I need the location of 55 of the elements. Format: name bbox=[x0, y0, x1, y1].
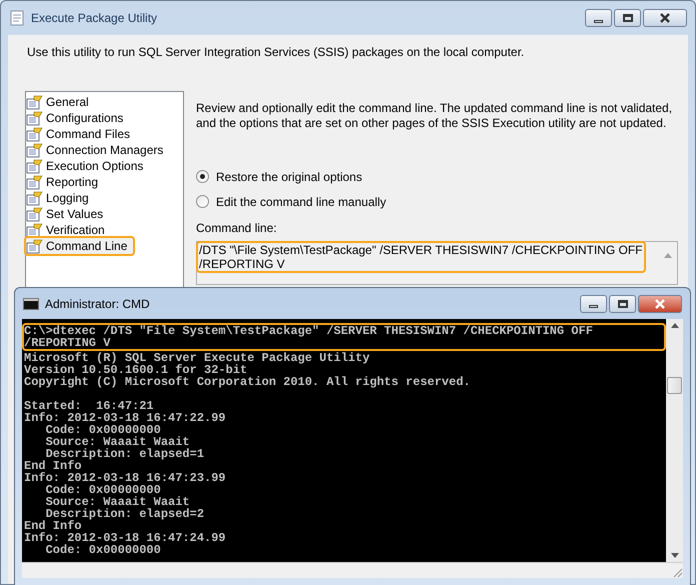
minimize-icon bbox=[589, 305, 598, 308]
maximize-icon bbox=[622, 14, 632, 22]
console-line: End Info bbox=[24, 460, 82, 472]
minimize-icon bbox=[594, 20, 603, 22]
radio-option[interactable]: Edit the command line manually bbox=[196, 194, 386, 209]
minimize-button[interactable] bbox=[580, 294, 607, 312]
console-line: Info: 2012-03-18 16:47:22.99 bbox=[24, 412, 226, 424]
intro-text: Use this utility to run SQL Server Integration Services (SSIS) packages on the local computer. bbox=[27, 44, 526, 61]
maximize-button[interactable] bbox=[614, 9, 641, 27]
console-line: Microsoft (R) SQL Server Execute Package Utility bbox=[24, 352, 370, 364]
close-button[interactable] bbox=[638, 294, 682, 312]
page-list-item[interactable]: Set Values bbox=[26, 206, 110, 222]
page-list-item[interactable]: Command Files bbox=[26, 126, 136, 142]
console-line: Info: 2012-03-18 16:47:23.99 bbox=[24, 472, 226, 484]
window-title: Execute Package Utility bbox=[31, 10, 158, 27]
console-title: Administrator: CMD bbox=[45, 296, 150, 312]
close-icon bbox=[659, 13, 671, 23]
page-list-item[interactable]: General bbox=[26, 94, 95, 110]
console-line: Code: 0x00000000 bbox=[44, 544, 161, 556]
console-line: Started: 16:47:21 bbox=[24, 400, 154, 412]
scroll-thumb[interactable] bbox=[667, 377, 682, 394]
console-line: Source: Waaait Waait bbox=[44, 496, 190, 508]
scroll-down-icon[interactable] bbox=[670, 553, 678, 558]
radio-option[interactable]: Restore the original options bbox=[196, 169, 362, 184]
minimize-button[interactable] bbox=[585, 9, 612, 27]
page-list-item[interactable]: Logging bbox=[26, 190, 95, 206]
close-icon bbox=[654, 298, 666, 308]
console-line: Description: elapsed=2 bbox=[45, 508, 204, 520]
page-list-item[interactable]: Reporting bbox=[26, 174, 104, 190]
console-line: End Info bbox=[24, 520, 82, 532]
console-line: Copyright (C) Microsoft Corporation 2010. All rights reserved. bbox=[24, 376, 470, 388]
console-line: Version 10.50.1600.1 for 32-bit bbox=[24, 364, 248, 376]
command-line-field[interactable]: /DTS "\File System\TestPackage" /SERVER THESISWIN7 /CHECKPOINTING OFF /REPORTING V bbox=[196, 241, 678, 285]
command-line-text: /DTS "\File System\TestPackage" /SERVER THESISWIN7 /CHECKPOINTING OFF /REPORTING V bbox=[198, 243, 644, 271]
page-list-item[interactable]: Execution Options bbox=[26, 158, 150, 174]
console-icon bbox=[23, 298, 39, 310]
description-text: Review and optionally edit the command line. The updated command line is not validated, and the options that are set on other pages of the SSIS Execution utility are not updated. bbox=[196, 101, 674, 131]
command-line-label: Command line: bbox=[196, 220, 277, 237]
maximize-button[interactable] bbox=[609, 294, 636, 312]
page-list-item[interactable]: Command Line bbox=[26, 238, 134, 254]
console-line: Info: 2012-03-18 16:47:24.99 bbox=[24, 532, 226, 544]
maximize-icon bbox=[618, 300, 628, 308]
console-line: Description: elapsed=1 bbox=[45, 448, 204, 460]
page-list-item[interactable]: Connection Managers bbox=[26, 142, 170, 158]
console-line: Source: Waaait Waait bbox=[44, 436, 190, 448]
page-list-item[interactable]: Configurations bbox=[26, 110, 130, 126]
close-button[interactable] bbox=[643, 9, 687, 27]
command-text: C:\>dtexec /DTS "File System\TestPackage" /SERVER THESISWIN7 /CHECKPOINTING OFF /REPORTING V bbox=[24, 325, 664, 349]
console-line: Code: 0x00000000 bbox=[44, 484, 161, 496]
app-icon bbox=[9, 10, 25, 26]
page-icon bbox=[26, 238, 43, 254]
console-scrollbar[interactable] bbox=[666, 319, 683, 562]
resize-grip-icon[interactable] bbox=[671, 566, 683, 578]
console-line: Code: 0x00000000 bbox=[44, 424, 161, 436]
scroll-up-icon[interactable] bbox=[670, 323, 678, 328]
